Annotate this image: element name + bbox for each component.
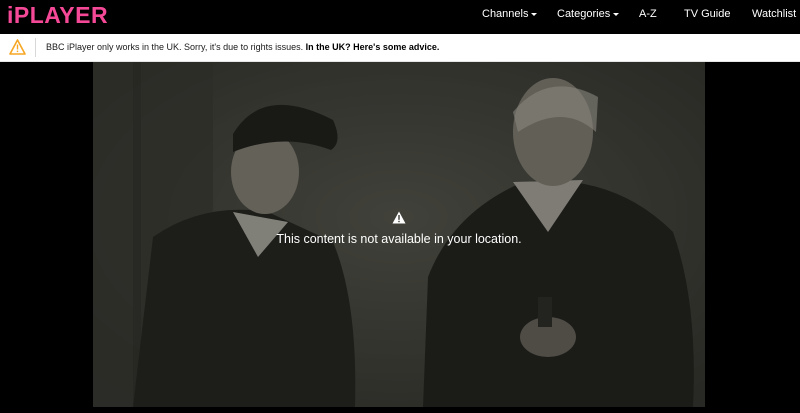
nav-a-z-label: A-Z	[639, 8, 657, 20]
warning-icon	[9, 39, 26, 55]
warning-message-text: BBC iPlayer only works in the UK. Sorry,…	[46, 42, 304, 52]
uk-advice-link[interactable]: In the UK? Here's some advice.	[306, 42, 440, 52]
chevron-down-icon	[613, 12, 620, 16]
video-player[interactable]: This content is not available in your lo…	[93, 62, 705, 407]
location-warning-bar: BBC iPlayer only works in the UK. Sorry,…	[0, 34, 800, 62]
iplayer-logo[interactable]: iPLAYER	[7, 1, 108, 29]
nav-tv-guide-label: TV Guide	[684, 8, 731, 20]
unavailable-message: This content is not available in your lo…	[276, 232, 522, 246]
warning-message: BBC iPlayer only works in the UK. Sorry,…	[46, 34, 439, 61]
nav-watchlist-label: Watchlist	[752, 8, 797, 20]
nav-tv-guide[interactable]: TV Guide	[684, 0, 730, 28]
nav-channels[interactable]: Channels	[482, 0, 538, 28]
warning-icon	[392, 211, 406, 224]
nav-watchlist[interactable]: Watchlist	[752, 0, 796, 28]
nav-categories[interactable]: Categories	[557, 0, 620, 28]
top-navigation: iPLAYER Channels Categories A-Z TV Guide…	[0, 0, 800, 34]
nav-channels-label: Channels	[482, 8, 529, 20]
divider	[35, 38, 36, 57]
nav-a-z[interactable]: A-Z	[639, 0, 657, 28]
chevron-down-icon	[531, 12, 538, 16]
nav-categories-label: Categories	[557, 8, 611, 20]
